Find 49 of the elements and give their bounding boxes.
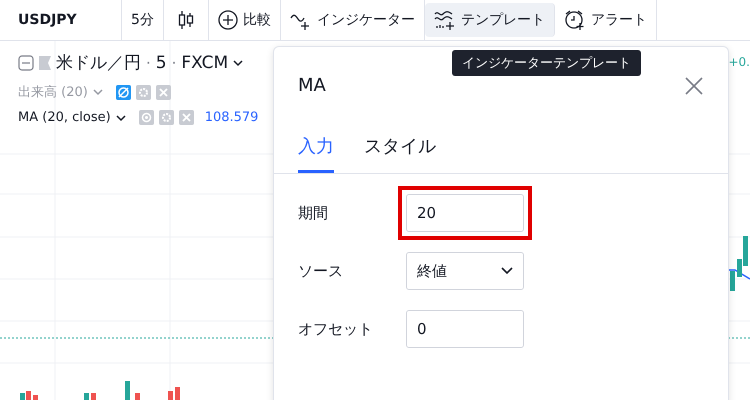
candle (135, 393, 140, 400)
symbol-title: 米ドル／円 (56, 52, 141, 74)
toolbar-button[interactable]: テンプレート (424, 3, 555, 37)
close-button[interactable] (684, 76, 704, 96)
settings-icon[interactable] (136, 84, 151, 100)
chevron-down-icon (501, 267, 513, 275)
candle (730, 271, 735, 291)
study-value: 108.579 (204, 110, 258, 125)
eye-off-icon[interactable] (116, 84, 131, 100)
tooltip: インジケーターテンプレート (452, 50, 641, 76)
dialog-tab[interactable]: スタイル (364, 134, 436, 173)
candles-icon (178, 10, 194, 30)
candle (33, 395, 38, 400)
source-dropdown[interactable]: 終値 (406, 252, 524, 290)
collapse-icon[interactable] (18, 54, 34, 70)
chevron-down-icon[interactable] (233, 58, 244, 66)
toolbar-button[interactable]: 比較 (208, 0, 281, 40)
chevron-down-icon[interactable] (116, 114, 126, 122)
alarm-clock-icon (564, 9, 586, 31)
interval-button[interactable]: 5分 (122, 0, 164, 40)
price-change: +0. (728, 55, 750, 69)
plus-circle-icon (218, 10, 238, 30)
dialog-title: MA (298, 75, 326, 96)
separator-dot: · (146, 54, 151, 72)
study-name: MA (20, close) (18, 110, 111, 125)
waves-plus-icon (434, 9, 456, 31)
dialog-tab[interactable]: 入力 (298, 134, 334, 173)
settings-icon[interactable] (158, 110, 174, 125)
eye-icon[interactable] (138, 110, 154, 125)
field-label: オフセット (298, 320, 374, 338)
field-label: ソース (298, 262, 344, 280)
candle (168, 391, 173, 400)
input-field[interactable]: 0 (406, 310, 524, 348)
candle (175, 387, 180, 400)
interval-label: 5 (156, 52, 167, 72)
field-label: 期間 (298, 204, 329, 222)
moving-average-line (727, 269, 750, 280)
study-name: 出来高 (20) (18, 84, 88, 101)
separator-dot: · (172, 54, 176, 72)
exchange-label: FXCM (181, 52, 228, 72)
input-field[interactable]: 20 (406, 194, 524, 232)
symbol-button[interactable]: USDJPY (0, 0, 122, 40)
candle (91, 393, 96, 400)
candle (84, 393, 89, 400)
toolbar-button[interactable]: アラート (554, 0, 657, 40)
candle (125, 381, 130, 400)
close-icon[interactable] (178, 110, 194, 125)
flag-icon (39, 56, 51, 70)
close-icon[interactable] (156, 84, 171, 100)
